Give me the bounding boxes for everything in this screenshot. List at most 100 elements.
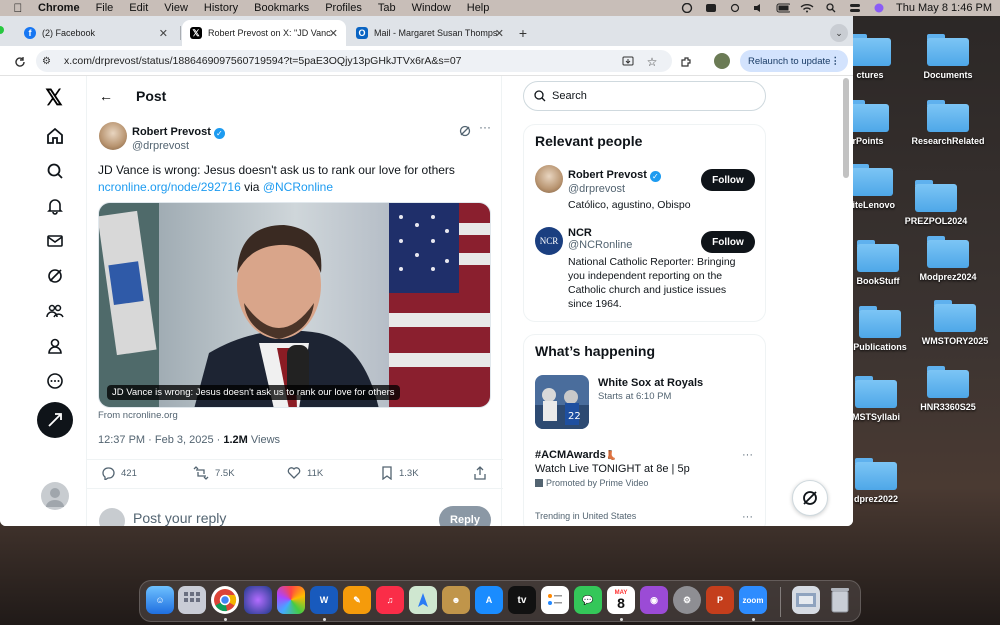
menu-app-name[interactable]: Chrome bbox=[38, 2, 80, 14]
launchpad-icon[interactable] bbox=[178, 586, 206, 614]
page-scrollbar[interactable] bbox=[843, 78, 849, 178]
reload-icon[interactable] bbox=[12, 54, 28, 70]
notifications-bell-icon[interactable] bbox=[45, 196, 65, 216]
reply-input[interactable]: Post your reply bbox=[133, 510, 226, 526]
menu-view[interactable]: View bbox=[164, 2, 188, 14]
author-name[interactable]: Robert Prevost bbox=[132, 126, 211, 138]
powerpoint-icon[interactable]: P bbox=[706, 586, 734, 614]
extensions-icon[interactable] bbox=[678, 54, 694, 70]
menu-tab[interactable]: Tab bbox=[378, 2, 396, 14]
home-icon[interactable] bbox=[45, 126, 65, 146]
trend-more-icon[interactable]: ··· bbox=[742, 449, 753, 461]
desktop-folder[interactable]: PREZPOL2024 bbox=[886, 180, 986, 240]
zoom-icon[interactable]: zoom bbox=[739, 586, 767, 614]
chrome-icon[interactable] bbox=[211, 586, 239, 614]
control-center-icon[interactable] bbox=[848, 3, 862, 13]
post-mention[interactable]: @NCRonline bbox=[263, 180, 333, 194]
trash-icon[interactable] bbox=[826, 586, 854, 614]
new-tab-icon[interactable]: + bbox=[514, 24, 532, 42]
like-action[interactable]: 11K bbox=[287, 466, 323, 480]
grok-icon[interactable] bbox=[45, 266, 65, 286]
follow-button[interactable]: Follow bbox=[701, 231, 755, 253]
close-icon[interactable]: ✕ bbox=[159, 27, 168, 40]
communities-icon[interactable] bbox=[45, 301, 65, 321]
desktop-folder[interactable]: Documents bbox=[898, 34, 998, 94]
install-app-icon[interactable] bbox=[620, 54, 636, 70]
status-app-icon[interactable] bbox=[704, 3, 718, 13]
compose-post-button[interactable] bbox=[37, 402, 73, 438]
tab-mail[interactable]: O Mail - Margaret Susan Thomps ✕ bbox=[348, 20, 512, 46]
author-handle[interactable]: @drprevost bbox=[132, 140, 225, 152]
menu-bookmarks[interactable]: Bookmarks bbox=[254, 2, 309, 14]
bookmark-star-icon[interactable]: ☆ bbox=[644, 54, 660, 70]
person-handle[interactable]: @drprevost bbox=[568, 183, 691, 195]
menu-history[interactable]: History bbox=[204, 2, 238, 14]
music-icon[interactable]: ♫ bbox=[376, 586, 404, 614]
desktop-folder[interactable]: ResearchRelated bbox=[898, 100, 998, 160]
tab-facebook[interactable]: f (2) Facebook ✕ bbox=[16, 20, 176, 46]
x-logo-icon[interactable]: 𝕏 bbox=[44, 85, 64, 110]
finder-icon[interactable]: ☺ bbox=[146, 586, 174, 614]
system-settings-icon[interactable]: ⚙ bbox=[673, 586, 701, 614]
back-arrow-icon[interactable]: ← bbox=[99, 88, 113, 104]
search-input[interactable]: Search bbox=[523, 81, 766, 111]
menu-edit[interactable]: Edit bbox=[129, 2, 148, 14]
event-info[interactable]: White Sox at Royals Starts at 6:10 PM bbox=[598, 377, 703, 402]
volume-icon[interactable] bbox=[752, 3, 766, 13]
menu-file[interactable]: File bbox=[96, 2, 114, 14]
person-name[interactable]: Robert Prevost bbox=[568, 169, 647, 181]
trend-item[interactable]: #ACMAwards👢 Watch Live TONIGHT at 8e | 5… bbox=[535, 449, 690, 488]
siri-icon[interactable] bbox=[872, 3, 886, 13]
address-bar[interactable]: ⚙ x.com/drprevost/status/188646909756071… bbox=[36, 50, 672, 72]
app-store-icon[interactable]: A bbox=[475, 586, 503, 614]
person-avatar[interactable] bbox=[535, 165, 563, 193]
menu-help[interactable]: Help bbox=[467, 2, 490, 14]
calendar-icon[interactable]: MAY 8 bbox=[607, 586, 635, 614]
post-link[interactable]: ncronline.org/node/292716 bbox=[98, 180, 241, 194]
profile-avatar[interactable] bbox=[714, 53, 730, 69]
word-icon[interactable]: W bbox=[310, 586, 338, 614]
more-circle-icon[interactable] bbox=[45, 371, 65, 391]
messages-icon[interactable]: 💬 bbox=[574, 586, 602, 614]
apple-menu-icon[interactable]:  bbox=[12, 1, 24, 15]
relaunch-button[interactable]: Relaunch to update ⋮ bbox=[740, 50, 848, 72]
status-gear-icon[interactable] bbox=[728, 3, 742, 13]
event-thumbnail[interactable]: 22 bbox=[535, 375, 589, 429]
downloads-stack-icon[interactable] bbox=[792, 586, 820, 614]
pages-icon[interactable]: ✎ bbox=[343, 586, 371, 614]
reply-button[interactable]: Reply bbox=[439, 506, 491, 526]
account-avatar[interactable] bbox=[41, 482, 69, 510]
battery-icon[interactable] bbox=[776, 3, 790, 13]
follow-button[interactable]: Follow bbox=[701, 169, 755, 191]
explore-search-icon[interactable] bbox=[45, 161, 65, 181]
post-timestamp[interactable]: 12:37 PM · Feb 3, 2025 · bbox=[98, 434, 223, 446]
grok-analyze-icon[interactable] bbox=[459, 124, 471, 142]
wifi-icon[interactable] bbox=[800, 3, 814, 13]
maps-icon[interactable] bbox=[409, 586, 437, 614]
link-source[interactable]: From ncronline.org bbox=[98, 410, 178, 421]
close-icon[interactable]: ✕ bbox=[329, 27, 338, 40]
site-settings-icon[interactable]: ⚙ bbox=[42, 56, 56, 67]
close-icon[interactable]: ✕ bbox=[495, 27, 504, 40]
menu-profiles[interactable]: Profiles bbox=[325, 2, 362, 14]
author-avatar[interactable] bbox=[99, 122, 127, 150]
tab-search-chevron-icon[interactable]: ⌄ bbox=[830, 24, 848, 42]
reply-action[interactable]: 421 bbox=[101, 466, 137, 480]
grok-floating-button[interactable] bbox=[792, 480, 828, 516]
status-creative-cloud-icon[interactable] bbox=[680, 3, 694, 13]
photos-icon[interactable] bbox=[277, 586, 305, 614]
window-zoom-button[interactable] bbox=[0, 26, 4, 34]
profile-icon[interactable] bbox=[45, 336, 65, 356]
tab-x-post[interactable]: 𝕏 Robert Prevost on X: "JD Vanc ✕ bbox=[182, 20, 346, 46]
messages-envelope-icon[interactable] bbox=[45, 231, 65, 251]
bookmark-action[interactable]: 1.3K bbox=[381, 466, 419, 480]
siri-icon[interactable] bbox=[244, 586, 272, 614]
trend-more-icon[interactable]: ··· bbox=[742, 511, 753, 523]
repost-action[interactable]: 7.5K bbox=[193, 466, 235, 480]
post-more-icon[interactable]: ··· bbox=[479, 120, 491, 134]
spotlight-search-icon[interactable] bbox=[824, 3, 838, 13]
share-action[interactable] bbox=[473, 466, 493, 480]
reminders-icon[interactable] bbox=[541, 586, 569, 614]
podcasts-icon[interactable]: ◉ bbox=[640, 586, 668, 614]
menu-window[interactable]: Window bbox=[412, 2, 451, 14]
